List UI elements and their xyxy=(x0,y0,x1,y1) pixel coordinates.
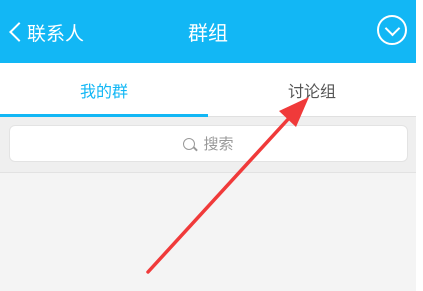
annotation-arrow-shaft xyxy=(146,114,293,274)
annotation-arrow xyxy=(146,97,309,274)
